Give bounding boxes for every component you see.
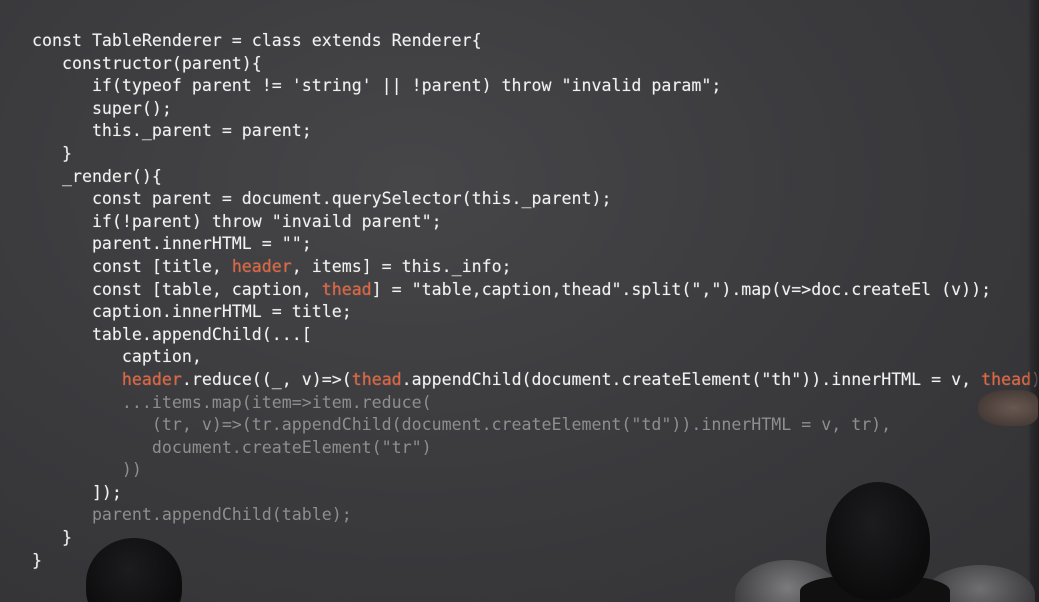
highlighted-identifier: thead (351, 369, 402, 389)
code-line: document.createElement("tr") (32, 437, 1039, 460)
presenter-pointing-hand (978, 390, 1038, 426)
code-line: const TableRenderer = class extends Rend… (32, 30, 1039, 53)
code-text: const TableRenderer = class extends Rend… (32, 31, 482, 50)
code-line: caption, (32, 346, 1039, 369)
code-text: _render(){ (32, 166, 162, 186)
code-text: const [table, caption, (32, 279, 322, 299)
code-text: ] = "table,caption,thead".split(",").map… (371, 279, 992, 299)
code-line: )) (32, 459, 1039, 482)
code-line: this._parent = parent; (32, 120, 1039, 143)
code-line: header.reduce((_, v)=>(thead.appendChild… (32, 369, 1039, 392)
highlighted-identifier: thead (981, 369, 1032, 389)
code-text: if(!parent) throw "invaild parent"; (32, 211, 442, 231)
code-line: _render(){ (32, 166, 1039, 189)
code-text: super(); (32, 98, 172, 118)
highlighted-identifier: header (121, 369, 182, 389)
code-text: , items] = this._info; (291, 256, 512, 276)
screen-edge-shadow (1027, 0, 1039, 602)
code-text: if(typeof parent != 'string' || !parent)… (32, 76, 722, 96)
code-text: } (32, 143, 72, 163)
dimmed-code-text: ...items.map(item=>item.reduce( (32, 392, 432, 412)
code-line: table.appendChild(...[ (32, 324, 1039, 347)
dimmed-code-text: parent.appendChild(table); (32, 505, 352, 525)
code-line: const parent = document.querySelector(th… (32, 188, 1039, 211)
code-line: const [title, header, items] = this._inf… (32, 256, 1039, 279)
code-line: parent.innerHTML = ""; (32, 233, 1039, 256)
code-text: const [title, (32, 256, 232, 276)
code-text: caption, (32, 347, 202, 367)
code-line: ...items.map(item=>item.reduce( (32, 392, 1039, 415)
code-text: } (32, 528, 72, 548)
code-text: caption.innerHTML = title; (32, 302, 352, 322)
photo-scene: const TableRenderer = class extends Rend… (0, 0, 1039, 602)
dimmed-code-text: (tr, v)=>(tr.appendChild(document.create… (32, 415, 892, 435)
code-text: constructor(parent){ (32, 53, 262, 73)
code-line: caption.innerHTML = title; (32, 301, 1039, 324)
dimmed-code-text: )) (32, 460, 142, 480)
code-text: this._parent = parent; (32, 121, 312, 141)
code-text: parent.innerHTML = ""; (32, 234, 312, 254)
code-text: const parent = document.querySelector(th… (32, 189, 612, 209)
code-text: .appendChild(document.createElement("th"… (401, 369, 982, 389)
code-text: } (32, 550, 42, 570)
code-text: table.appendChild(...[ (32, 324, 312, 344)
code-text: ]); (32, 482, 122, 502)
highlighted-identifier: thead (321, 279, 372, 299)
code-text: .reduce((_, v)=>( (181, 369, 352, 389)
highlighted-identifier: header (231, 256, 292, 276)
code-line: constructor(parent){ (32, 53, 1039, 76)
audience-dark-hair-head-right (826, 482, 930, 600)
code-line: if(typeof parent != 'string' || !parent)… (32, 75, 1039, 98)
dimmed-code-text: document.createElement("tr") (32, 437, 432, 457)
code-line: super(); (32, 98, 1039, 121)
code-line: if(!parent) throw "invaild parent"; (32, 211, 1039, 234)
code-line: } (32, 143, 1039, 166)
code-line: (tr, v)=>(tr.appendChild(document.create… (32, 414, 1039, 437)
code-line: const [table, caption, thead] = "table,c… (32, 279, 1039, 302)
